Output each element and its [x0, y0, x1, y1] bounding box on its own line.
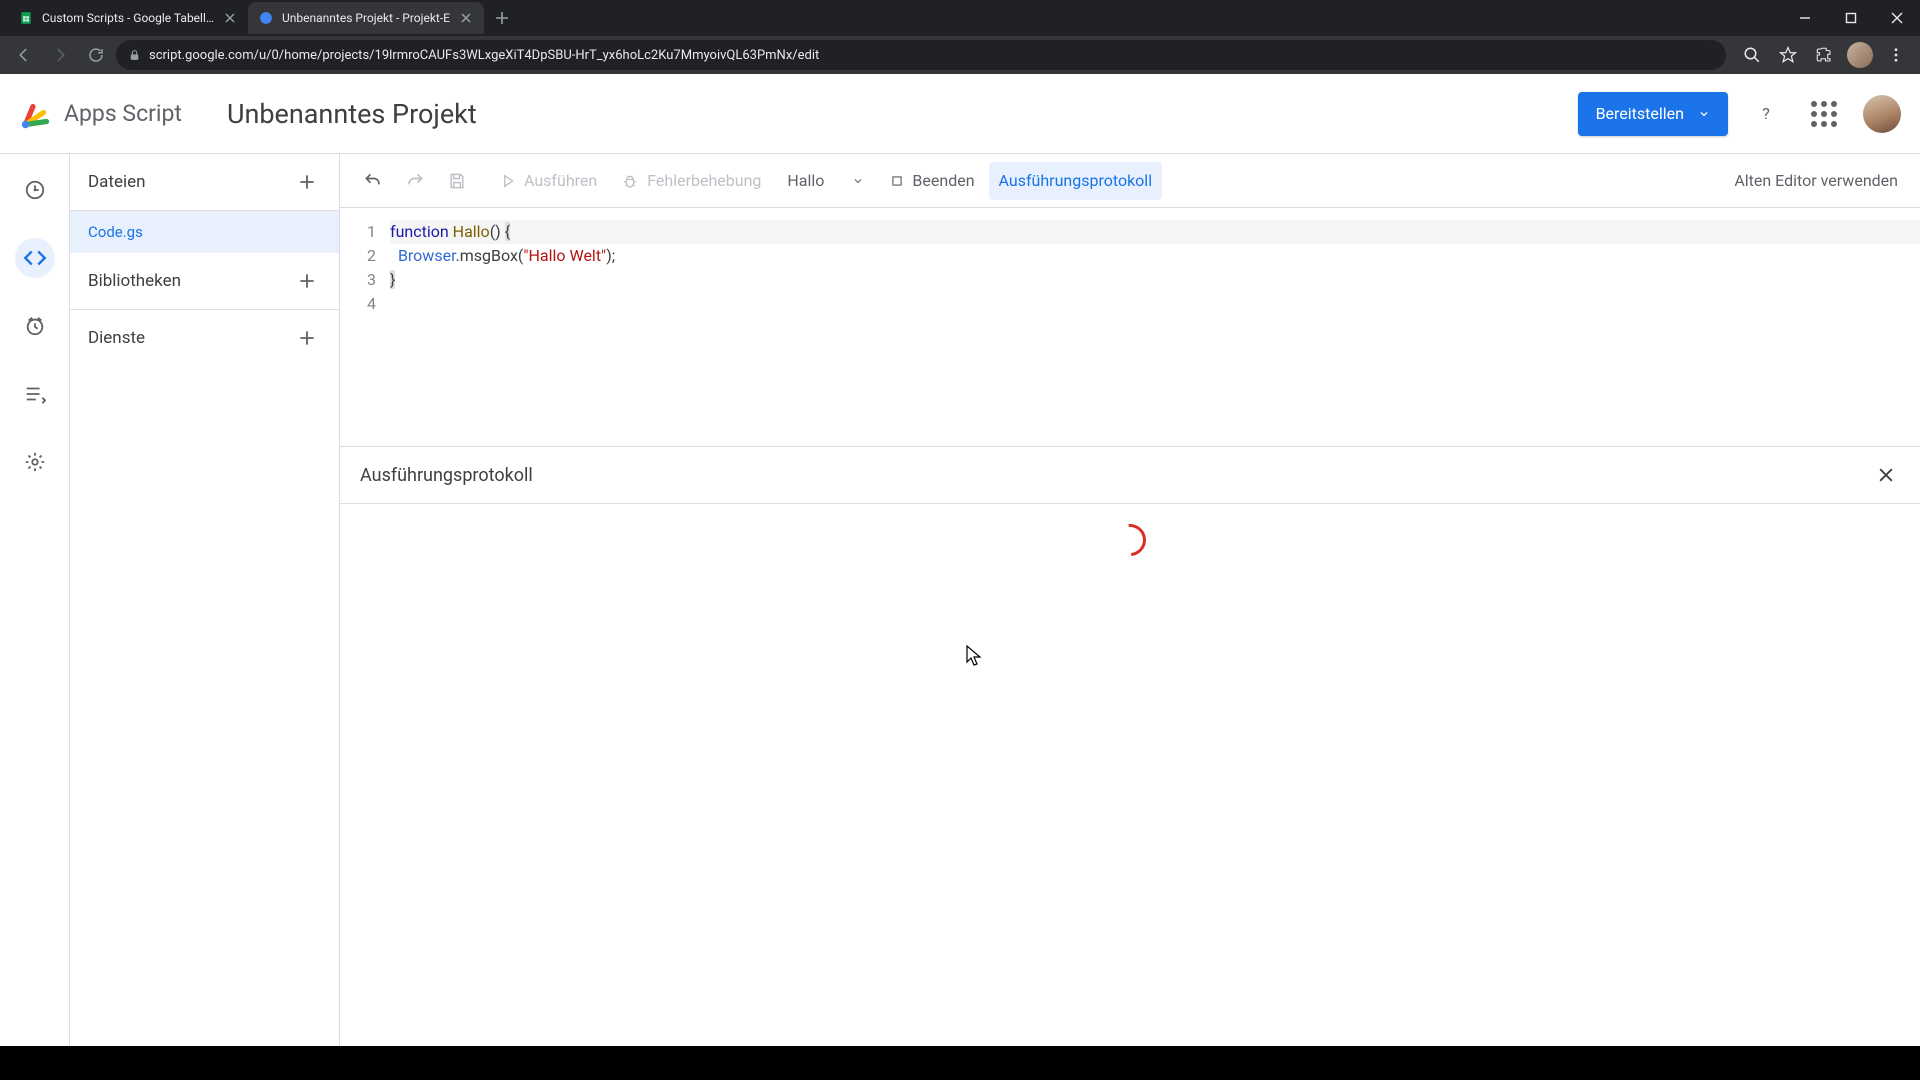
debug-label: Fehlerbehebung [647, 171, 761, 190]
save-button[interactable] [438, 162, 476, 200]
forward-button[interactable] [44, 39, 76, 71]
close-tab-icon[interactable] [458, 10, 474, 26]
rail-settings[interactable] [15, 442, 55, 482]
address-bar[interactable]: script.google.com/u/0/home/projects/19lr… [116, 40, 1726, 70]
apps-grid-icon [1811, 101, 1837, 127]
redo-button[interactable] [396, 162, 434, 200]
rail-triggers[interactable] [15, 306, 55, 346]
cursor-icon [965, 644, 983, 668]
account-button[interactable] [1862, 94, 1902, 134]
run-label: Ausführen [524, 171, 597, 190]
libraries-label: Bibliotheken [88, 271, 181, 291]
code-editor[interactable]: 1 2 3 4 function Hallo() { Browser.msgBo… [340, 208, 1920, 446]
bug-icon [621, 172, 639, 190]
profile-button[interactable] [1844, 39, 1876, 71]
close-window-button[interactable] [1874, 2, 1920, 34]
reload-button[interactable] [80, 39, 112, 71]
file-item[interactable]: Code.gs [70, 211, 339, 253]
left-rail [0, 154, 70, 1046]
new-tab-button[interactable] [488, 4, 516, 32]
execution-log-label: Ausführungsprotokoll [999, 171, 1153, 190]
help-button[interactable]: ? [1746, 94, 1786, 134]
deploy-button[interactable]: Bereitstellen [1578, 92, 1728, 136]
execution-log-panel: Ausführungsprotokoll [340, 446, 1920, 1046]
close-icon [1876, 465, 1896, 485]
zoom-icon[interactable] [1736, 39, 1768, 71]
editor-toolbar: Ausführen Fehlerbehebung Hallo Beenden A… [340, 154, 1920, 208]
back-button[interactable] [8, 39, 40, 71]
play-icon [500, 173, 516, 189]
browser-toolbar: script.google.com/u/0/home/projects/19lr… [0, 36, 1920, 74]
services-section-header: Dienste [70, 310, 339, 366]
files-label: Dateien [88, 172, 146, 192]
close-tab-icon[interactable] [222, 10, 238, 26]
browser-tab[interactable]: Custom Scripts - Google Tabellen [8, 2, 248, 34]
selected-function: Hallo [787, 171, 824, 190]
maximize-button[interactable] [1828, 2, 1874, 34]
add-file-button[interactable] [293, 168, 321, 196]
debug-button[interactable]: Fehlerbehebung [611, 162, 771, 200]
use-legacy-editor[interactable]: Alten Editor verwenden [1726, 171, 1906, 190]
code-content[interactable]: function Hallo() { Browser.msgBox("Hallo… [390, 220, 1920, 446]
stop-label: Beenden [912, 171, 974, 190]
google-apps-button[interactable] [1804, 94, 1844, 134]
minimize-button[interactable] [1782, 2, 1828, 34]
app-header: Apps Script Unbenanntes Projekt Bereitst… [0, 74, 1920, 154]
loading-spinner-icon [1107, 517, 1152, 562]
line-gutter: 1 2 3 4 [340, 220, 390, 446]
window-controls [1782, 2, 1920, 34]
side-panel: Dateien Code.gs Bibliotheken Dienste [70, 154, 340, 1046]
url-text: script.google.com/u/0/home/projects/19lr… [149, 48, 1714, 63]
extensions-icon[interactable] [1808, 39, 1840, 71]
rail-editor[interactable] [15, 238, 55, 278]
run-button[interactable]: Ausführen [490, 162, 607, 200]
taskbar [0, 1046, 1920, 1080]
file-name: Code.gs [88, 223, 143, 241]
lock-icon [128, 49, 141, 62]
undo-button[interactable] [354, 162, 392, 200]
close-log-button[interactable] [1872, 461, 1900, 489]
stop-icon [890, 174, 904, 188]
services-label: Dienste [88, 328, 145, 348]
tab-title: Custom Scripts - Google Tabellen [42, 11, 214, 25]
add-library-button[interactable] [293, 267, 321, 295]
apps-script-logo-icon [18, 96, 54, 132]
browser-tab[interactable]: Unbenanntes Projekt - Projekt-E [248, 2, 484, 34]
files-section-header: Dateien [70, 154, 339, 211]
chrome-menu-button[interactable] [1880, 39, 1912, 71]
apps-script-favicon [258, 10, 274, 26]
brand-home[interactable]: Apps Script [18, 96, 182, 132]
deploy-label: Bereitstellen [1596, 104, 1684, 123]
add-service-button[interactable] [293, 324, 321, 352]
rail-overview[interactable] [15, 170, 55, 210]
sheets-favicon [18, 10, 34, 26]
execution-log-toggle[interactable]: Ausführungsprotokoll [989, 162, 1163, 200]
brand-text: Apps Script [64, 100, 182, 127]
bookmark-icon[interactable] [1772, 39, 1804, 71]
stop-button[interactable]: Beenden [880, 162, 984, 200]
project-title[interactable]: Unbenanntes Projekt [227, 98, 477, 130]
rail-executions[interactable] [15, 374, 55, 414]
chevron-down-icon [852, 175, 864, 187]
function-dropdown[interactable]: Hallo [775, 162, 876, 200]
libraries-section-header: Bibliotheken [70, 253, 339, 310]
tab-title: Unbenanntes Projekt - Projekt-E [282, 11, 450, 25]
chevron-down-icon [1698, 108, 1710, 120]
tab-strip: Custom Scripts - Google Tabellen Unbenan… [0, 0, 1920, 36]
log-panel-title: Ausführungsprotokoll [360, 465, 533, 486]
avatar-icon [1847, 42, 1873, 68]
log-body [340, 503, 1920, 1046]
avatar-icon [1863, 95, 1901, 133]
